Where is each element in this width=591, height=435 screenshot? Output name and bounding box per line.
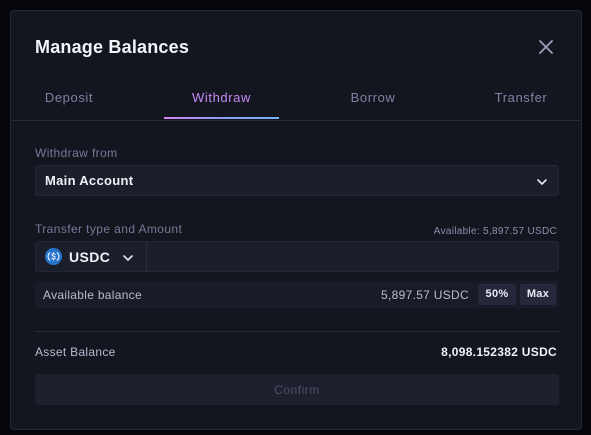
usdc-icon: [45, 248, 62, 265]
close-icon[interactable]: [536, 37, 556, 57]
tab-deposit[interactable]: Deposit: [29, 81, 109, 120]
withdraw-from-label: Withdraw from: [35, 146, 118, 160]
account-select[interactable]: Main Account: [35, 165, 559, 196]
available-balance-row: Available balance 5,897.57 USDC 50% Max: [35, 281, 559, 308]
confirm-button[interactable]: Confirm: [35, 374, 559, 405]
divider: [35, 331, 559, 332]
asset-balance-value: 8,098.152382 USDC: [441, 345, 557, 359]
tab-bar: Deposit Withdraw Borrow Transfer: [11, 81, 581, 121]
asset-balance-label: Asset Balance: [35, 345, 116, 359]
active-tab-indicator: [164, 117, 279, 119]
tab-borrow[interactable]: Borrow: [333, 81, 413, 120]
available-balance-label: Available balance: [43, 288, 142, 302]
amount-input[interactable]: [147, 242, 558, 271]
chevron-down-icon: [122, 251, 134, 263]
tab-transfer[interactable]: Transfer: [481, 81, 561, 120]
available-amount-hint: Available: 5,897.57 USDC: [433, 226, 557, 237]
token-select[interactable]: USDC: [36, 242, 147, 271]
max-button[interactable]: Max: [520, 284, 556, 305]
manage-balances-modal: Manage Balances Deposit Withdraw Borrow …: [10, 10, 582, 430]
token-label: USDC: [69, 249, 111, 265]
amount-row: USDC: [35, 241, 559, 272]
transfer-type-label: Transfer type and Amount: [35, 222, 183, 236]
chevron-down-icon: [536, 175, 548, 187]
available-balance-value: 5,897.57 USDC: [381, 288, 469, 302]
account-select-value: Main Account: [45, 173, 134, 188]
tab-withdraw[interactable]: Withdraw: [164, 81, 279, 120]
fifty-percent-button[interactable]: 50%: [478, 284, 516, 305]
modal-title: Manage Balances: [35, 37, 190, 57]
